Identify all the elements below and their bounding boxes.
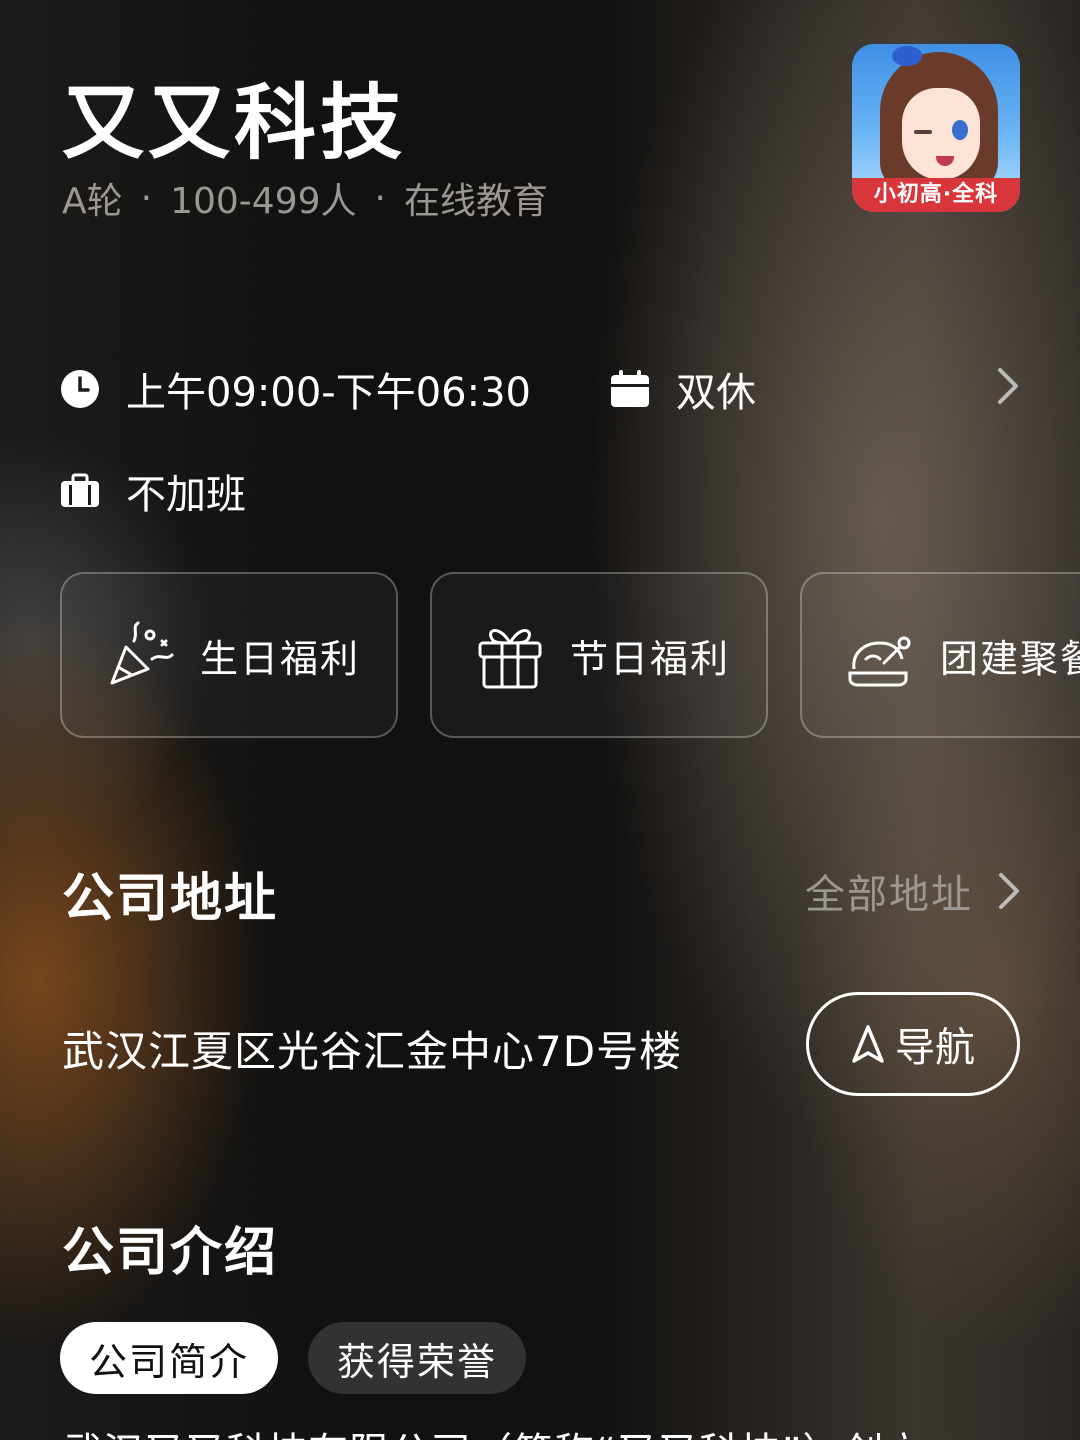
company-meta: A轮 · 100-499人 · 在线教育 bbox=[62, 172, 548, 224]
navigation-icon bbox=[852, 1025, 884, 1063]
tab-honors[interactable]: 获得荣誉 bbox=[308, 1322, 526, 1394]
company-logo[interactable]: 小初高·全科 bbox=[852, 44, 1020, 212]
calendar-icon bbox=[610, 369, 650, 409]
company-name: 又又科技 bbox=[62, 76, 407, 171]
briefcase-icon bbox=[60, 471, 100, 511]
logo-face bbox=[902, 88, 980, 180]
benefit-card-birthday[interactable]: 生日福利 bbox=[60, 572, 398, 738]
company-industry: 在线教育 bbox=[403, 181, 548, 222]
party-popper-icon bbox=[110, 621, 174, 685]
rest-days-row[interactable]: 双休 bbox=[610, 360, 756, 418]
benefits-scroller[interactable]: 生日福利 节日福利 团建聚餐 bbox=[60, 572, 1080, 742]
logo-bow bbox=[892, 46, 922, 66]
navigate-label: 导航 bbox=[895, 1025, 975, 1071]
work-hours-row[interactable]: 上午09:00-下午06:30 bbox=[60, 360, 531, 418]
benefit-card-team-dinner[interactable]: 团建聚餐 bbox=[800, 572, 1080, 738]
meta-separator: · bbox=[374, 177, 386, 219]
intro-text-preview: 武汉又又科技有限公司（简称“又又科技”）创立 bbox=[62, 1420, 925, 1440]
logo-badge: 小初高·全科 bbox=[852, 178, 1020, 212]
roast-chicken-icon bbox=[848, 636, 911, 687]
funding-stage: A轮 bbox=[62, 181, 123, 222]
navigate-button[interactable]: 导航 bbox=[806, 992, 1020, 1096]
benefit-label: 生日福利 bbox=[200, 636, 361, 681]
company-address: 武汉江夏区光谷汇金中心7D号楼 bbox=[62, 1027, 683, 1076]
chevron-right-icon[interactable] bbox=[990, 364, 1026, 408]
gift-icon bbox=[478, 629, 542, 689]
overtime-text: 不加班 bbox=[126, 472, 246, 518]
overtime-row: 不加班 bbox=[60, 462, 246, 520]
benefit-label: 节日福利 bbox=[570, 636, 731, 681]
company-detail-page: 又又科技 A轮 · 100-499人 · 在线教育 小初高·全科 上午09:00… bbox=[0, 0, 1080, 1440]
company-size: 100-499人 bbox=[170, 181, 357, 222]
chevron-right-icon bbox=[999, 873, 1019, 909]
benefit-card-holiday[interactable]: 节日福利 bbox=[430, 572, 768, 738]
all-addresses-link[interactable]: 全部地址 bbox=[805, 862, 1021, 920]
benefit-label: 团建聚餐 bbox=[940, 636, 1080, 681]
rest-days-text: 双休 bbox=[676, 370, 756, 416]
meta-separator: · bbox=[140, 177, 153, 219]
address-section-title: 公司地址 bbox=[62, 869, 279, 929]
work-hours-text: 上午09:00-下午06:30 bbox=[126, 370, 531, 416]
clock-icon bbox=[60, 369, 100, 409]
logo-eye bbox=[952, 120, 968, 140]
intro-section-title: 公司介绍 bbox=[62, 1223, 279, 1283]
logo-eye-wink bbox=[914, 130, 932, 134]
all-addresses-label: 全部地址 bbox=[805, 872, 973, 918]
tab-company-profile[interactable]: 公司简介 bbox=[60, 1322, 278, 1394]
